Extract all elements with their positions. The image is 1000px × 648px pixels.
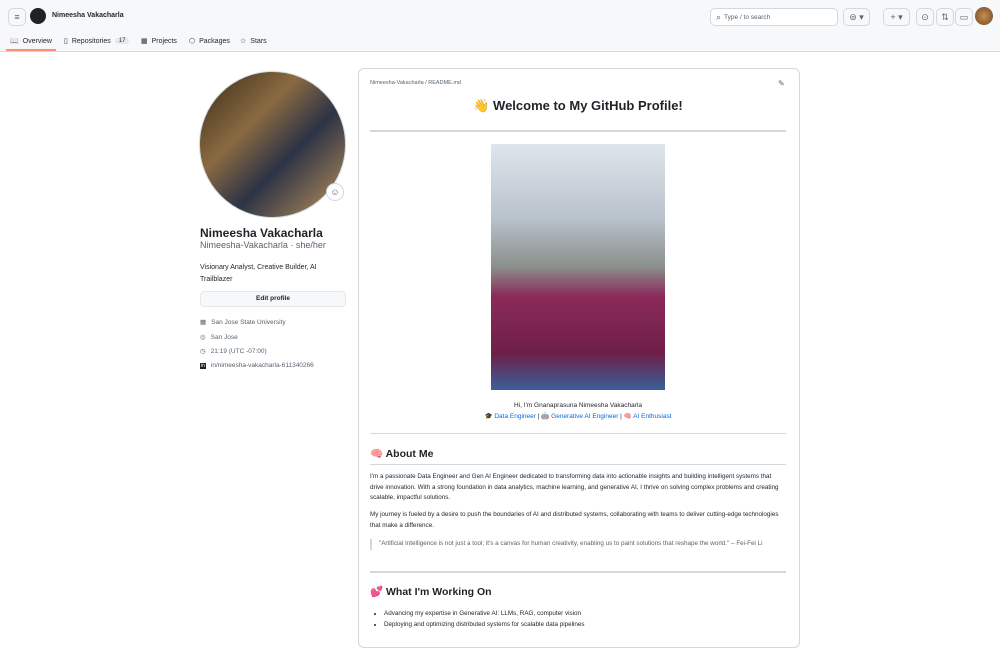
- quote: "Artificial Intelligence is not just a t…: [370, 539, 780, 550]
- table-icon: ▦: [141, 38, 148, 45]
- profile-avatar[interactable]: [199, 71, 346, 218]
- role-data-engineer[interactable]: 🎓 Data Engineer: [484, 413, 535, 420]
- profile-linkedin[interactable]: in in/nimeesha-vakacharla-611340266: [200, 362, 314, 369]
- tab-stars[interactable]: ☆ Stars: [240, 34, 267, 48]
- book-icon: 📖: [10, 38, 19, 45]
- menu-button[interactable]: ≡: [8, 8, 26, 26]
- user-avatar[interactable]: [975, 7, 993, 25]
- readme-intro: Hi, I'm Gnanaprasuna Nimeesha Vakacharla: [514, 402, 642, 409]
- about-heading: 🧠 About Me: [370, 447, 786, 465]
- header-username[interactable]: Nimeesha Vakacharla: [52, 12, 124, 19]
- about-paragraph-2: My journey is fueled by a desire to push…: [370, 511, 779, 529]
- profile-location: ◎ San Jose: [200, 333, 238, 342]
- issues-icon[interactable]: ⊙: [916, 8, 934, 26]
- inbox-icon[interactable]: ▭: [955, 8, 973, 26]
- active-tab-indicator: [6, 49, 56, 51]
- package-icon: ⬡: [189, 38, 196, 45]
- divider: [370, 571, 786, 573]
- github-logo-icon[interactable]: [30, 8, 46, 24]
- readme-title: 👋 Welcome to My GitHub Profile!: [473, 98, 683, 113]
- tab-projects[interactable]: ▦ Projects: [141, 34, 177, 48]
- role-genai-engineer[interactable]: 🤖 Generative AI Engineer: [541, 413, 618, 420]
- profile-name: Nimeesha Vakacharla: [200, 226, 323, 240]
- search-icon: ⌕: [716, 11, 722, 22]
- repo-icon: ▯: [64, 38, 68, 45]
- search-input[interactable]: ⌕ Type / to search: [710, 8, 838, 26]
- organization-icon: ▦: [200, 319, 207, 326]
- readme-roles: 🎓 Data Engineer | 🤖 Generative AI Engine…: [484, 413, 672, 420]
- role-ai-enthusiast[interactable]: 🧠 AI Enthusiast: [624, 413, 672, 420]
- list-item: Advancing my expertise in Generative AI:…: [384, 609, 780, 620]
- pull-requests-icon[interactable]: ⇅: [936, 8, 954, 26]
- working-list: Advancing my expertise in Generative AI:…: [370, 609, 780, 630]
- divider: [370, 433, 786, 434]
- edit-pencil-icon[interactable]: ✎: [778, 79, 785, 88]
- set-status-icon[interactable]: ☺: [326, 183, 344, 201]
- about-paragraph-1: I'm a passionate Data Engineer and Gen A…: [370, 473, 779, 501]
- tab-packages[interactable]: ⬡ Packages: [189, 34, 230, 48]
- edit-profile-button[interactable]: Edit profile: [200, 291, 346, 307]
- location-icon: ◎: [200, 334, 206, 341]
- divider: [370, 130, 786, 132]
- tab-repositories[interactable]: ▯ Repositories 17: [64, 34, 130, 48]
- clock-icon: ◷: [200, 348, 206, 355]
- profile-bio: Visionary Analyst, Creative Builder, AI …: [200, 264, 317, 283]
- profile-login: Nimeesha-Vakacharla · she/her: [200, 240, 326, 250]
- profile-org: ▦ San Jose State University: [200, 318, 286, 327]
- profile-time: ◷ 21:19 (UTC -07:00): [200, 347, 267, 356]
- profile-photo: [491, 144, 665, 390]
- linkedin-icon: in: [200, 362, 206, 369]
- create-new-button[interactable]: + ▾: [883, 8, 910, 26]
- tab-overview[interactable]: 📖 Overview: [10, 34, 52, 48]
- copilot-button[interactable]: ⊜ ▾: [843, 8, 870, 26]
- working-heading: 💕 What I'm Working On: [370, 586, 492, 598]
- readme-path[interactable]: Nimeesha-Vakacharla / README.md: [370, 80, 461, 86]
- list-item: Deploying and optimizing distributed sys…: [384, 620, 780, 631]
- star-icon: ☆: [240, 38, 247, 45]
